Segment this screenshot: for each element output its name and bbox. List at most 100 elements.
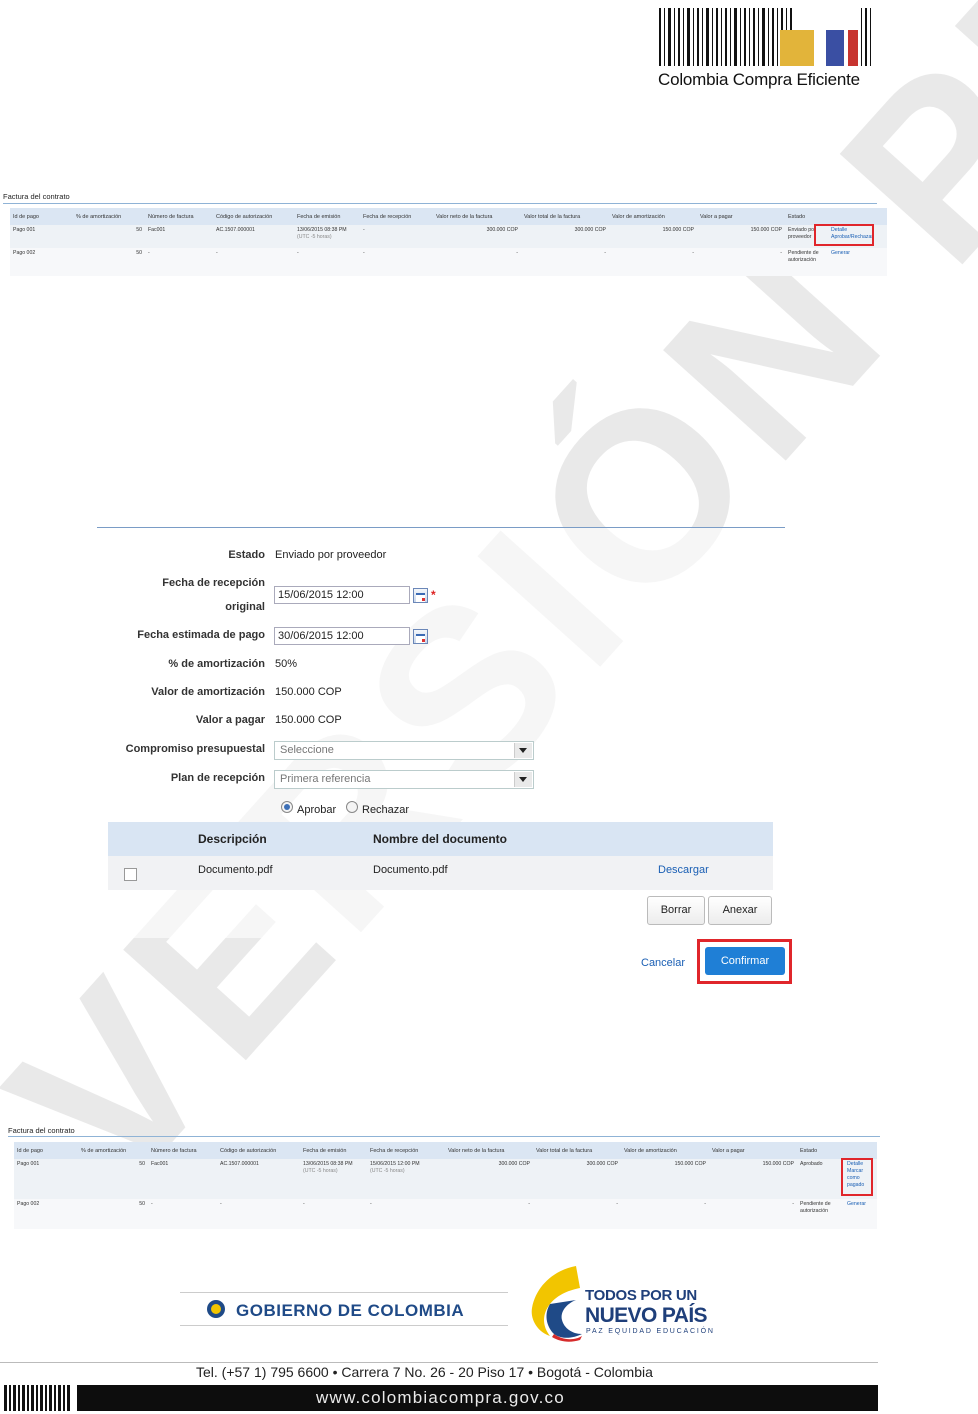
col-neto: Valor neto de la factura	[445, 1142, 533, 1159]
descripcion-header: Descripción	[198, 832, 267, 846]
gobierno-text: GOBIERNO DE COLOMBIA	[236, 1301, 465, 1320]
table-header: Id de pago % de amortización Número de f…	[14, 1142, 877, 1159]
generar-link[interactable]: Generar	[831, 250, 884, 257]
cell-pagar: -	[697, 248, 785, 276]
col-total: Valor total de la factura	[533, 1142, 621, 1159]
colombia-compra-logo: Colombia Compra Eficiente	[655, 8, 875, 92]
col-id: Id de pago	[14, 1142, 78, 1159]
cell-num: Fac001	[145, 225, 213, 248]
cell-amort: -	[609, 248, 697, 276]
cell-pct: 50	[78, 1159, 148, 1199]
col-recepcion: Fecha de recepción	[360, 208, 433, 225]
compromiso-select[interactable]: Seleccione	[274, 741, 534, 760]
table-row: Pago 002 50 - - - - - - - - Pendiente de…	[14, 1199, 877, 1229]
cell-total: -	[521, 248, 609, 276]
pagar-value: 150.000 COP	[275, 714, 342, 726]
cell-emision: 13/06/2015 08:38 PM (UTC -5 horas)	[294, 225, 360, 248]
invoice-table: Id de pago % de amortización Número de f…	[10, 208, 887, 276]
cell-id: Pago 001	[10, 225, 73, 248]
table-title: Factura del contrato	[8, 1126, 75, 1135]
anexar-button[interactable]: Anexar	[708, 896, 772, 925]
cell-pagar: 150.000 COP	[709, 1159, 797, 1199]
table-row: Pago 001 50 Fac001 AC.1507.000001 13/06/…	[10, 225, 887, 248]
document-name: Documento.pdf	[373, 864, 448, 876]
chevron-down-icon[interactable]	[514, 772, 532, 787]
cell-emision: -	[300, 1199, 367, 1229]
plan-select[interactable]: Primera referencia	[274, 770, 534, 789]
todos-por-un-nuevo-pais-logo: TODOS POR UN NUEVO PAÍS PAZ EQUIDAD EDUC…	[524, 1264, 724, 1342]
cell-id: Pago 001	[14, 1159, 78, 1199]
cell-amort: 150.000 COP	[621, 1159, 709, 1199]
cell-neto: 300.000 COP	[433, 225, 521, 248]
highlight-box	[814, 224, 874, 246]
borrar-button[interactable]: Borrar	[647, 896, 705, 925]
cell-recepcion: -	[360, 248, 433, 276]
col-neto: Valor neto de la factura	[433, 208, 521, 225]
amort-label: Valor de amortización	[151, 686, 265, 698]
cell-pagar: 150.000 COP	[697, 225, 785, 248]
plan-value: Primera referencia	[280, 773, 371, 785]
paz-equidad-text: PAZ EQUIDAD EDUCACIÓN	[586, 1328, 715, 1335]
cell-total: 300.000 COP	[533, 1159, 621, 1199]
cancelar-link[interactable]: Cancelar	[641, 957, 685, 969]
cell-recepcion: -	[367, 1199, 445, 1229]
aprobar-label[interactable]: Aprobar	[297, 804, 336, 816]
col-recepcion: Fecha de recepción	[367, 1142, 445, 1159]
cell-neto: 300.000 COP	[445, 1159, 533, 1199]
document-row: Documento.pdf Documento.pdf Descargar	[108, 856, 773, 890]
emision-tz: (UTC -5 horas)	[297, 234, 332, 240]
table-row: Pago 001 50 Fac001 AC.1507.000001 13/06/…	[14, 1159, 877, 1199]
cell-amort: 150.000 COP	[609, 225, 697, 248]
cell-total: -	[533, 1199, 621, 1229]
table-header: Id de pago % de amortización Número de f…	[10, 208, 887, 225]
cell-recepcion: 15/06/2015 12:00 PM (UTC -5 horas)	[367, 1159, 445, 1199]
fecha-recepcion-input[interactable]: 15/06/2015 12:00	[274, 586, 410, 604]
rechazar-radio[interactable]	[346, 801, 358, 813]
emision-tz: (UTC -5 horas)	[303, 1168, 338, 1174]
col-pct: % de amortización	[78, 1142, 148, 1159]
fecha-recepcion-label-2: original	[225, 601, 265, 613]
cell-id: Pago 002	[14, 1199, 78, 1229]
cell-code: -	[213, 248, 294, 276]
cell-num: -	[145, 248, 213, 276]
col-pagar: Valor a pagar	[709, 1142, 797, 1159]
cell-amort: -	[621, 1199, 709, 1229]
cell-pct: 50	[73, 225, 145, 248]
compromiso-label: Compromiso presupuestal	[125, 743, 265, 755]
divider	[8, 1136, 880, 1137]
calendar-icon[interactable]	[413, 588, 428, 603]
descargar-link[interactable]: Descargar	[658, 864, 709, 876]
aprobar-radio[interactable]	[281, 801, 293, 813]
plan-label: Plan de recepción	[170, 772, 265, 784]
col-actions	[844, 1142, 877, 1159]
generar-link[interactable]: Generar	[847, 1201, 874, 1208]
pais-swoosh-icon	[531, 1266, 582, 1342]
chevron-down-icon[interactable]	[514, 743, 532, 758]
col-code: Código de autorización	[217, 1142, 300, 1159]
col-estado: Estado	[797, 1142, 844, 1159]
table-row: Pago 002 50 - - - - - - - - Pendiente de…	[10, 248, 887, 276]
documents-header: Descripción Nombre del documento	[108, 822, 773, 856]
cell-code: AC.1507.000001	[217, 1159, 300, 1199]
col-num: Número de factura	[145, 208, 213, 225]
col-pagar: Valor a pagar	[697, 208, 785, 225]
emision-date: 13/06/2015 08:38 PM	[303, 1161, 353, 1167]
col-pct: % de amortización	[73, 208, 145, 225]
cell-actions: Generar	[828, 248, 887, 276]
cell-recepcion: -	[360, 225, 433, 248]
divider	[3, 203, 877, 204]
calendar-icon[interactable]	[413, 629, 428, 644]
col-id: Id de pago	[10, 208, 73, 225]
cell-neto: -	[433, 248, 521, 276]
seal-icon	[207, 1300, 225, 1318]
invoice-table: Id de pago % de amortización Número de f…	[14, 1142, 877, 1229]
rechazar-label[interactable]: Rechazar	[362, 804, 409, 816]
highlight-box	[841, 1158, 873, 1196]
fecha-pago-input[interactable]: 30/06/2015 12:00	[274, 627, 410, 645]
col-amort: Valor de amortización	[609, 208, 697, 225]
highlight-box	[697, 939, 792, 984]
amort-value: 150.000 COP	[275, 686, 342, 698]
cell-num: Fac001	[148, 1159, 217, 1199]
document-checkbox[interactable]	[124, 868, 137, 881]
estado-value: Enviado por proveedor	[275, 549, 387, 561]
